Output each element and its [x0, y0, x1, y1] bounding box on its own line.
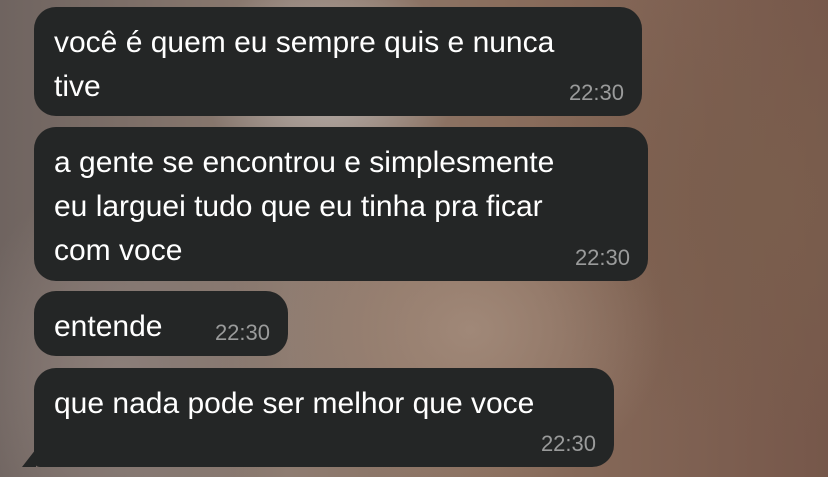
message-timestamp: 22:30: [540, 431, 596, 456]
message-bubble[interactable]: que nada pode ser melhor que voce 22:30: [34, 368, 614, 467]
message-text: que nada pode ser melhor que voce: [54, 387, 535, 420]
message-timestamp: 22:30: [574, 245, 630, 270]
message-bubble[interactable]: você é quem eu sempre quis e nunca tive …: [34, 7, 642, 116]
message-bubble[interactable]: a gente se encontrou e simplesmente eu l…: [34, 127, 648, 281]
bubble-tail: [22, 449, 36, 467]
message-timestamp: 22:30: [214, 320, 270, 345]
chat-conversation: você é quem eu sempre quis e nunca tive …: [0, 0, 828, 477]
message-text: a gente se encontrou e simplesmente eu l…: [54, 146, 555, 267]
message-bubble[interactable]: entende 22:30: [34, 291, 288, 356]
message-timestamp: 22:30: [568, 80, 624, 105]
message-text: entende: [54, 310, 163, 343]
message-text: você é quem eu sempre quis e nunca tive: [54, 26, 555, 103]
